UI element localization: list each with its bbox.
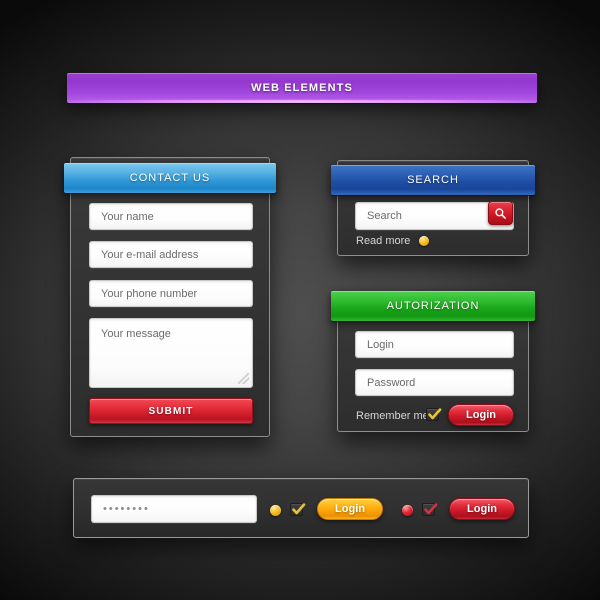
search-header: SEARCH [331, 165, 535, 195]
check-icon [428, 408, 442, 420]
magnifier-icon [495, 207, 506, 219]
auth-remember-me-label: Remember me [356, 410, 429, 422]
bottom-toolbar: •••••••• Login Login [73, 478, 529, 538]
bottom-checkbox-yellow[interactable] [290, 503, 306, 516]
contact-message-textarea[interactable]: Your message [89, 318, 253, 388]
check-icon [424, 503, 438, 515]
resize-handle-icon[interactable] [238, 373, 249, 384]
contact-us-panel: CONTACT US Your name Your e-mail address… [64, 157, 276, 437]
bottom-checkbox-red[interactable] [422, 503, 438, 516]
authorization-header: AUTORIZATION [331, 291, 535, 321]
auth-login-button-label: Login [466, 409, 496, 421]
bottom-login-button-red[interactable]: Login [449, 498, 515, 520]
yellow-bullet-icon [270, 505, 281, 516]
contact-phone-input[interactable]: Your phone number [89, 280, 253, 307]
contact-us-header-label: CONTACT US [129, 172, 211, 184]
contact-phone-placeholder: Your phone number [101, 287, 198, 300]
red-bullet-icon [402, 505, 413, 516]
search-panel: SEARCH Search Read more [331, 160, 535, 256]
authorization-header-label: AUTORIZATION [386, 300, 480, 312]
search-input-placeholder: Search [367, 210, 402, 222]
bottom-password-input[interactable]: •••••••• [91, 495, 257, 523]
check-icon [292, 503, 306, 515]
yellow-bullet-icon [419, 236, 429, 246]
banner-title: WEB ELEMENTS [251, 82, 353, 94]
auth-password-input[interactable]: Password [355, 369, 514, 396]
contact-message-placeholder: Your message [101, 328, 171, 340]
auth-remember-me-checkbox[interactable] [426, 408, 442, 421]
bottom-password-value: •••••••• [103, 503, 150, 515]
auth-password-placeholder: Password [367, 376, 416, 389]
search-header-label: SEARCH [407, 174, 459, 186]
contact-us-header: CONTACT US [64, 163, 276, 193]
contact-email-placeholder: Your e-mail address [101, 248, 199, 261]
bottom-login-label-red: Login [467, 503, 497, 515]
auth-login-button[interactable]: Login [448, 404, 514, 426]
contact-email-input[interactable]: Your e-mail address [89, 241, 253, 268]
authorization-panel: AUTORIZATION Login Password Remember me … [331, 291, 535, 432]
contact-submit-button[interactable]: SUBMIT [89, 398, 253, 424]
auth-login-placeholder: Login [367, 338, 394, 351]
bottom-login-button-orange[interactable]: Login [317, 498, 383, 520]
search-submit-button[interactable] [488, 201, 513, 225]
contact-name-placeholder: Your name [101, 210, 154, 223]
contact-submit-label: SUBMIT [148, 405, 194, 417]
bottom-login-label-orange: Login [335, 503, 365, 515]
auth-login-input[interactable]: Login [355, 331, 514, 358]
search-read-more-label[interactable]: Read more [356, 235, 410, 247]
page-root: WEB ELEMENTS CONTACT US Your name Your e… [0, 0, 600, 600]
contact-name-input[interactable]: Your name [89, 203, 253, 230]
page-banner: WEB ELEMENTS [67, 73, 537, 103]
